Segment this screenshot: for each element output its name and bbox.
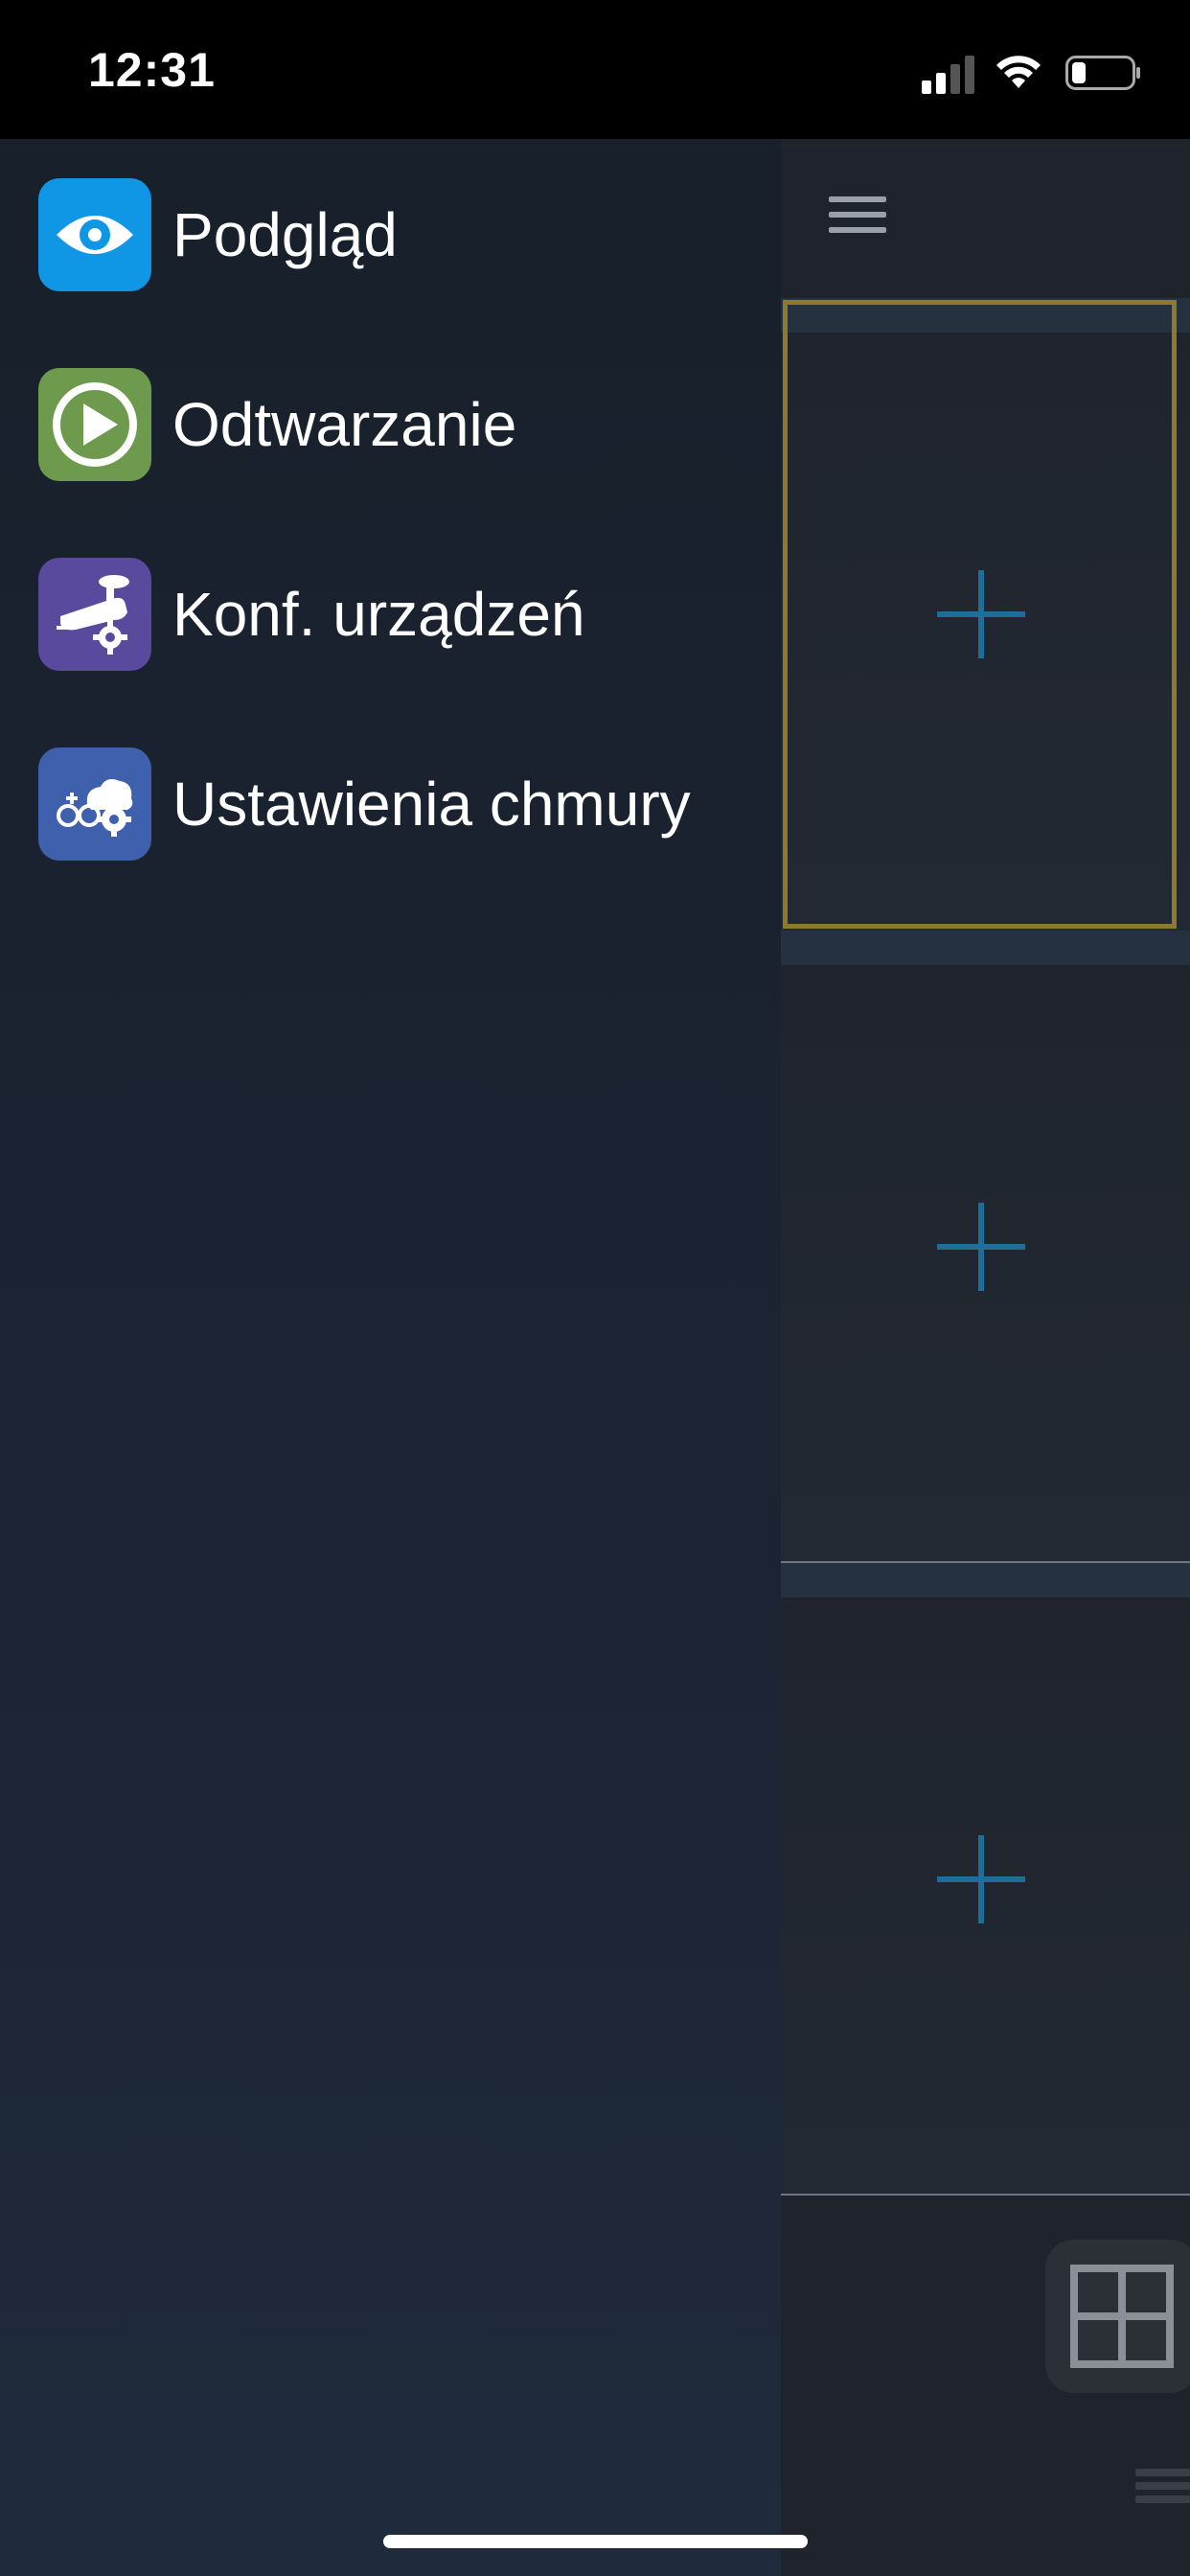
- selected-slot-border: [783, 300, 1177, 929]
- status-time: 12:31: [88, 43, 216, 97]
- menu-item-preview[interactable]: Podgląd: [38, 177, 767, 292]
- status-bar: 12:31: [0, 0, 1190, 139]
- eye-icon: [38, 178, 151, 291]
- add-camera-button[interactable]: [781, 1563, 1190, 2196]
- home-indicator[interactable]: [383, 2535, 808, 2548]
- menu-item-label: Odtwarzanie: [172, 390, 517, 459]
- camera-slot[interactable]: [781, 298, 1190, 931]
- grid-layout-icon: [1070, 2265, 1174, 2368]
- live-view-panel: [781, 139, 1190, 2576]
- plus-icon: [936, 1203, 1025, 1291]
- cellular-signal-icon: [922, 56, 974, 94]
- list-icon: [1135, 2469, 1190, 2503]
- camera-settings-icon: [38, 558, 151, 671]
- cloud-settings-icon: [38, 748, 151, 861]
- grid-layout-button[interactable]: [1045, 2240, 1190, 2393]
- add-camera-button[interactable]: [781, 931, 1190, 1563]
- battery-icon: [1065, 56, 1140, 90]
- side-drawer: Podgląd Odtwarzanie Konf. urządzeń Ustaw…: [0, 139, 781, 2576]
- menu-item-label: Podgląd: [172, 200, 398, 269]
- menu-item-label: Konf. urządzeń: [172, 580, 585, 649]
- menu-item-playback[interactable]: Odtwarzanie: [38, 367, 767, 482]
- camera-slot[interactable]: [781, 1563, 1190, 2196]
- camera-slot[interactable]: [781, 931, 1190, 1563]
- wifi-icon: [996, 56, 1041, 88]
- menu-item-label: Ustawienia chmury: [172, 770, 691, 839]
- menu-item-device-config[interactable]: Konf. urządzeń: [38, 557, 767, 672]
- menu-hamburger-icon[interactable]: [829, 196, 886, 239]
- play-icon: [38, 368, 151, 481]
- menu-item-cloud-settings[interactable]: Ustawienia chmury: [38, 747, 767, 862]
- plus-icon: [936, 1835, 1025, 1923]
